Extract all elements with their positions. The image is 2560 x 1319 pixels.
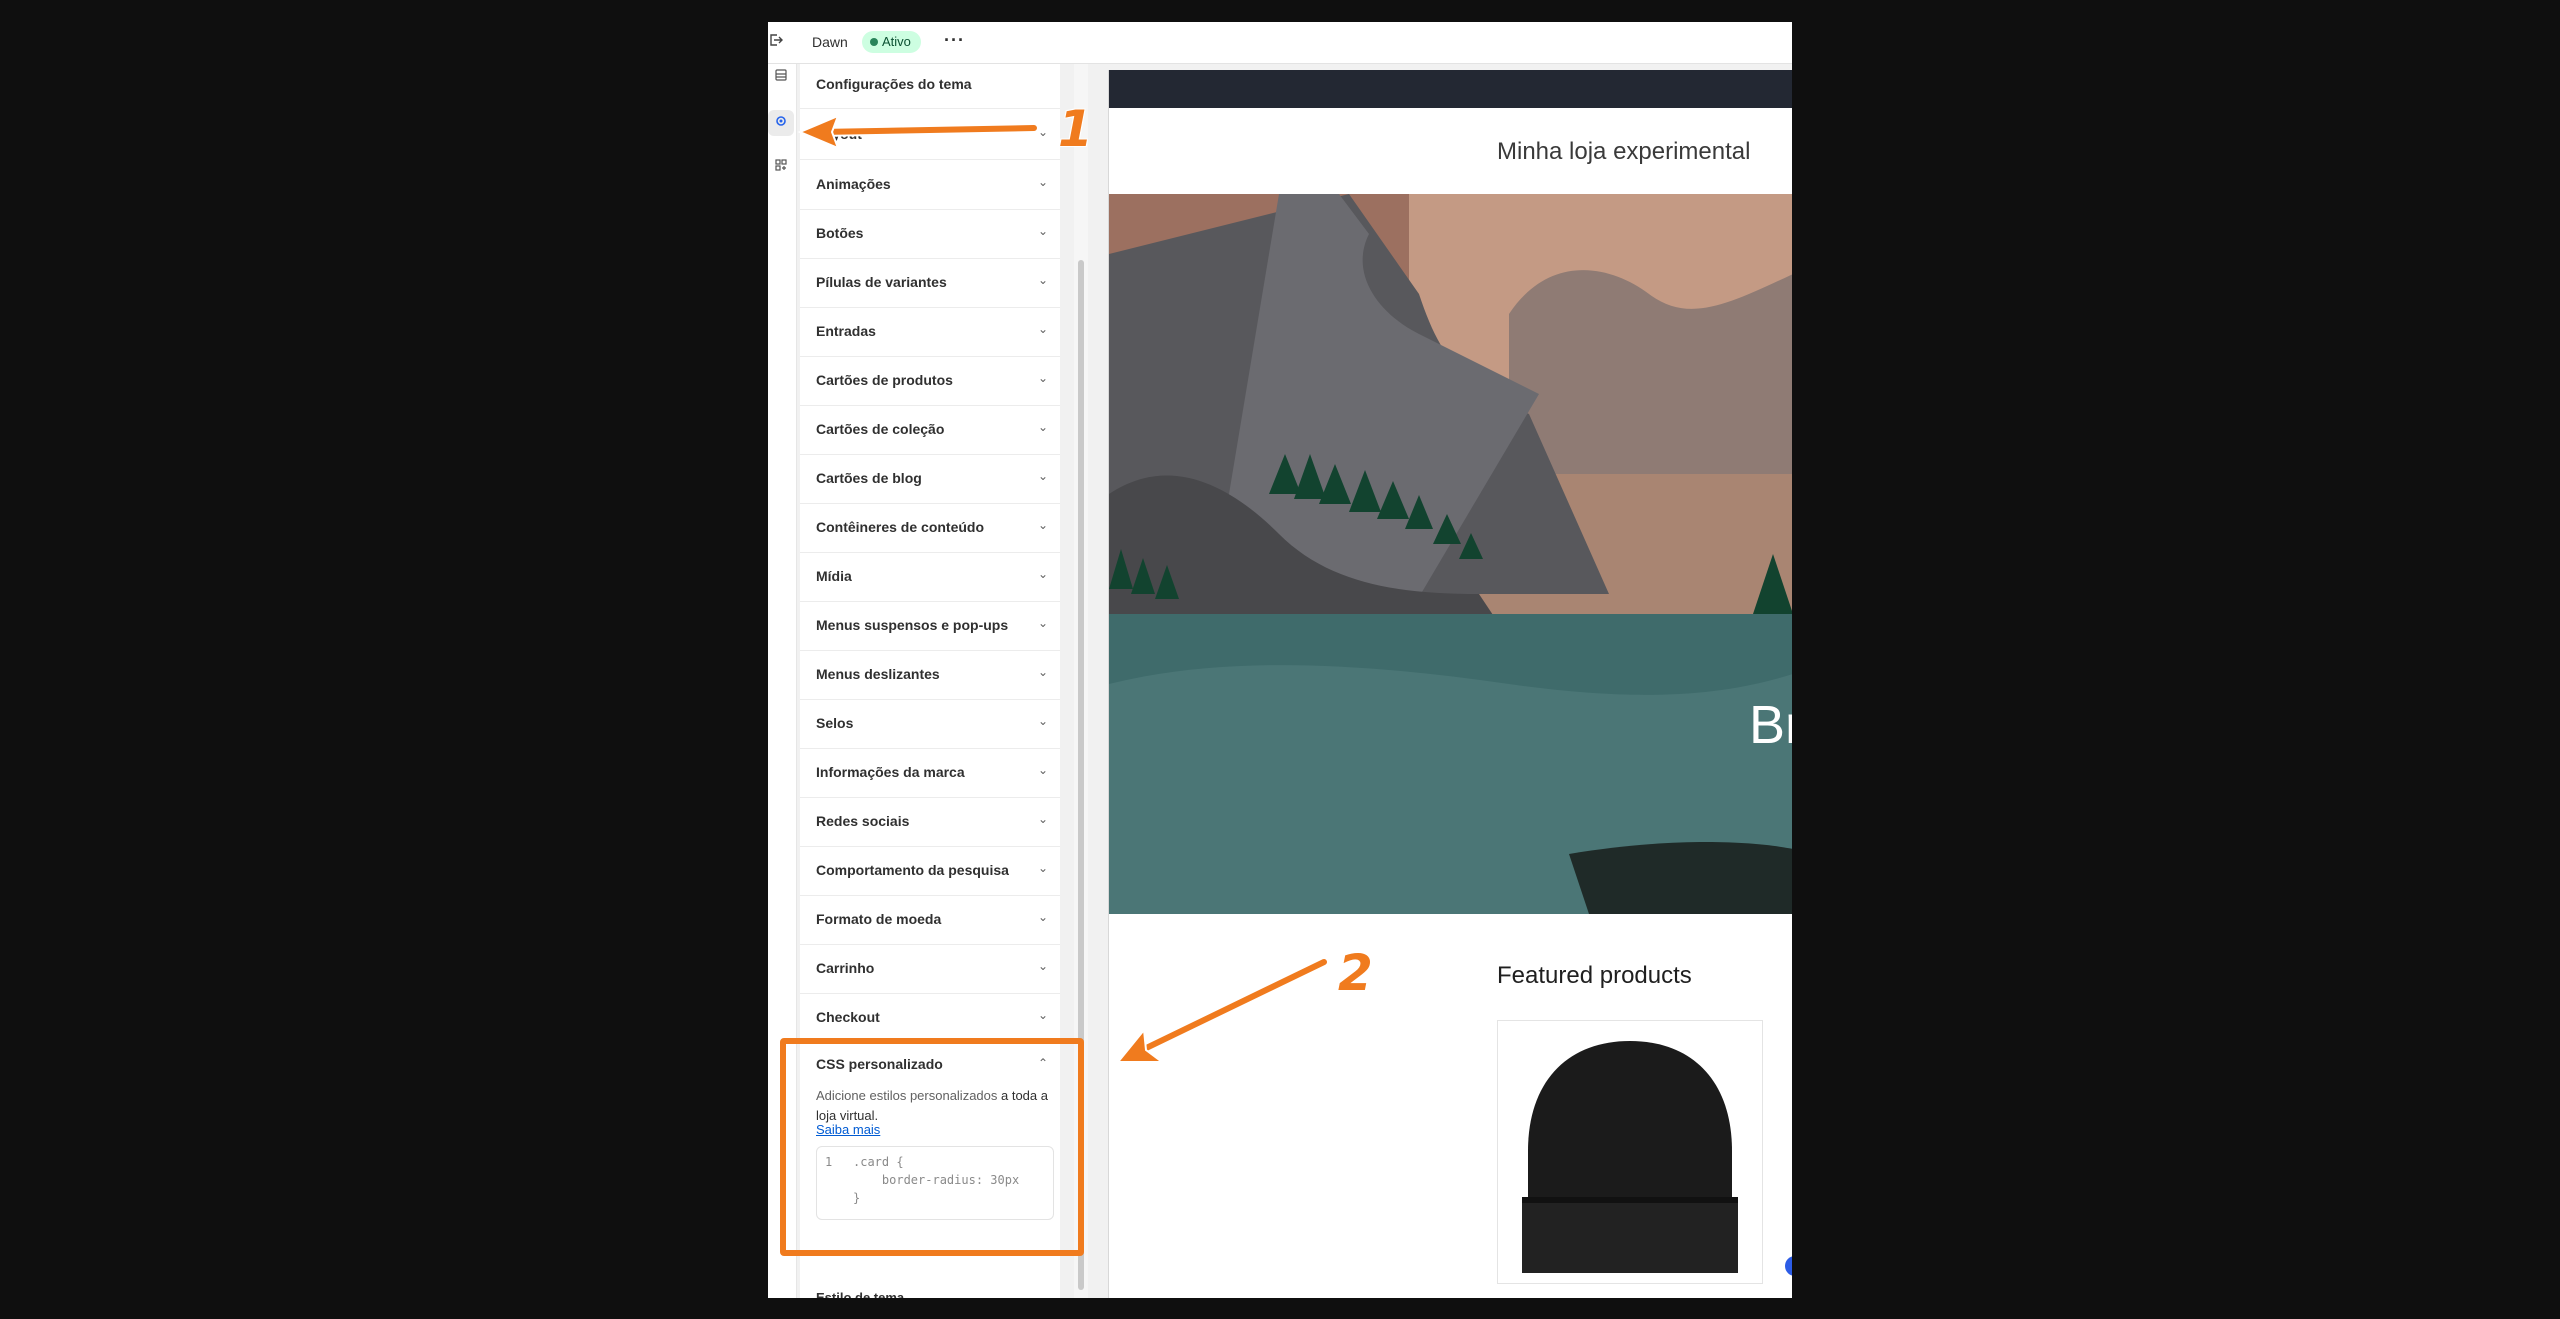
section-label: Mídia bbox=[816, 568, 852, 584]
settings-section-currency-format[interactable]: Formato de moeda ⌄ bbox=[800, 895, 1060, 945]
section-label: Cartões de coleção bbox=[816, 421, 945, 437]
editor-icon-rail bbox=[768, 64, 797, 1298]
section-label: Menus suspensos e pop-ups bbox=[816, 617, 1009, 633]
section-label: Redes sociais bbox=[816, 813, 910, 829]
css-code-editor[interactable]: 1 .card { border-radius: 30px } bbox=[816, 1146, 1054, 1220]
settings-section-brand-info[interactable]: Informações da marca ⌄ bbox=[800, 748, 1060, 798]
section-label[interactable]: CSS personalizado bbox=[816, 1056, 943, 1072]
chevron-down-icon: ⌄ bbox=[1037, 812, 1049, 826]
featured-products-title: Featured products bbox=[1497, 962, 1692, 989]
chevron-down-icon: ⌄ bbox=[1037, 518, 1049, 532]
chevron-down-icon: ⌄ bbox=[1037, 861, 1049, 875]
settings-section-drawers[interactable]: Menus deslizantes ⌄ bbox=[800, 650, 1060, 700]
chevron-down-icon: ⌄ bbox=[1037, 322, 1049, 336]
settings-section-cart[interactable]: Carrinho ⌄ bbox=[800, 944, 1060, 994]
settings-section-layout[interactable]: Layout ⌄ bbox=[800, 110, 1060, 160]
line-number: 1 bbox=[825, 1155, 833, 1169]
chevron-down-icon: ⌄ bbox=[1037, 1008, 1049, 1022]
section-label: Informações da marca bbox=[816, 764, 965, 780]
theme-editor-window: Dawn Ativo ··· Configurações do tema Lay… bbox=[768, 22, 1792, 1298]
landscape-illustration bbox=[1109, 194, 1792, 914]
status-badge: Ativo bbox=[862, 31, 921, 53]
section-label: Layout bbox=[816, 126, 862, 142]
status-dot bbox=[870, 38, 878, 46]
settings-section-media[interactable]: Mídia ⌄ bbox=[800, 552, 1060, 602]
store-preview: Minha loja experimental B Featured produ… bbox=[1108, 70, 1792, 1298]
theme-settings-icon[interactable] bbox=[768, 110, 794, 136]
store-name[interactable]: Minha loja experimental bbox=[1497, 138, 1750, 166]
more-actions-button[interactable]: ··· bbox=[944, 30, 965, 51]
section-label: Formato de moeda bbox=[816, 911, 942, 927]
settings-section-animations[interactable]: Animações ⌄ bbox=[800, 160, 1060, 210]
chevron-down-icon: ⌄ bbox=[1037, 616, 1049, 630]
code-line: .card { bbox=[853, 1155, 904, 1169]
section-label: Menus deslizantes bbox=[816, 666, 940, 682]
chevron-down-icon: ⌄ bbox=[1037, 420, 1049, 434]
settings-section-dropdowns-popups[interactable]: Menus suspensos e pop-ups ⌄ bbox=[800, 601, 1060, 651]
hero-image: Br bbox=[1109, 194, 1792, 914]
chevron-down-icon: ⌄ bbox=[1037, 714, 1049, 728]
status-badge-label: Ativo bbox=[882, 34, 911, 49]
theme-settings-panel: Configurações do tema Layout ⌄ Animações ⌄… bbox=[800, 64, 1060, 1298]
sections-icon[interactable] bbox=[768, 64, 794, 90]
editor-topbar: Dawn Ativo ··· bbox=[768, 22, 1792, 64]
section-label: Botões bbox=[816, 225, 864, 241]
panel-scrollbar[interactable] bbox=[1074, 64, 1088, 1298]
chevron-down-icon: ⌄ bbox=[1037, 273, 1049, 287]
store-header: Minha loja experimental bbox=[1109, 108, 1792, 195]
section-label: Comportamento da pesquisa bbox=[816, 862, 1009, 878]
scrollbar-thumb[interactable] bbox=[1078, 260, 1084, 1290]
section-label: Cartões de produtos bbox=[816, 372, 953, 388]
settings-section-inputs[interactable]: Entradas ⌄ bbox=[800, 307, 1060, 357]
settings-section-badges[interactable]: Selos ⌄ bbox=[800, 699, 1060, 749]
chevron-down-icon: ⌄ bbox=[1037, 763, 1049, 777]
chevron-down-icon: ⌄ bbox=[1037, 224, 1049, 238]
settings-section-collection-cards[interactable]: Cartões de coleção ⌄ bbox=[800, 405, 1060, 455]
section-label: Selos bbox=[816, 715, 854, 731]
settings-section-blog-cards[interactable]: Cartões de blog ⌄ bbox=[800, 454, 1060, 504]
section-label: Animações bbox=[816, 176, 891, 192]
chevron-down-icon: ⌄ bbox=[1037, 567, 1049, 581]
chevron-up-icon[interactable]: ⌃ bbox=[1036, 1056, 1050, 1070]
settings-section-product-cards[interactable]: Cartões de produtos ⌄ bbox=[800, 356, 1060, 406]
panel-title: Configurações do tema bbox=[816, 76, 972, 92]
section-label: Pílulas de variantes bbox=[816, 274, 947, 290]
section-label: Contêineres de conteúdo bbox=[816, 519, 985, 535]
chevron-down-icon: ⌄ bbox=[1037, 959, 1049, 973]
chevron-down-icon: ⌄ bbox=[1037, 371, 1049, 385]
chevron-down-icon: ⌄ bbox=[1037, 910, 1049, 924]
settings-section-buttons[interactable]: Botões ⌄ bbox=[800, 209, 1060, 259]
settings-section-content-containers[interactable]: Contêineres de conteúdo ⌄ bbox=[800, 503, 1060, 553]
section-label: Entradas bbox=[816, 323, 876, 339]
code-line: border-radius: 30px bbox=[853, 1173, 1020, 1187]
settings-section-social-media[interactable]: Redes sociais ⌄ bbox=[800, 797, 1060, 847]
theme-name: Dawn bbox=[812, 34, 848, 50]
chevron-down-icon: ⌄ bbox=[1037, 665, 1049, 679]
code-line: } bbox=[853, 1191, 861, 1205]
section-label: Cartões de blog bbox=[816, 470, 922, 486]
description-muted: Adicione estilos personalizados bbox=[816, 1088, 998, 1103]
chevron-down-icon: ⌄ bbox=[1037, 175, 1049, 189]
settings-section-checkout[interactable]: Checkout ⌄ bbox=[800, 993, 1060, 1043]
beanie-image bbox=[1522, 1041, 1738, 1273]
announcement-bar bbox=[1109, 70, 1792, 108]
next-section-partial[interactable]: Estilo de tema bbox=[816, 1290, 904, 1298]
section-label: Checkout bbox=[816, 1009, 880, 1025]
chevron-down-icon: ⌄ bbox=[1037, 469, 1049, 483]
chevron-down-icon: ⌄ bbox=[1037, 125, 1049, 139]
hero-heading: Br bbox=[1749, 695, 1792, 755]
chat-icon[interactable] bbox=[1785, 1256, 1792, 1276]
app-blocks-icon[interactable] bbox=[768, 154, 794, 180]
custom-css-description: Adicione estilos personalizados a toda a… bbox=[816, 1086, 1056, 1126]
product-card[interactable] bbox=[1497, 1020, 1763, 1284]
exit-icon[interactable] bbox=[768, 32, 786, 50]
learn-more-link[interactable]: Saiba mais bbox=[816, 1122, 880, 1137]
section-label: Carrinho bbox=[816, 960, 875, 976]
settings-section-custom-css: CSS personalizado ⌃ Adicione estilos per… bbox=[800, 1042, 1060, 1242]
settings-section-search-behavior[interactable]: Comportamento da pesquisa ⌄ bbox=[800, 846, 1060, 896]
settings-section-variant-pills[interactable]: Pílulas de variantes ⌄ bbox=[800, 258, 1060, 308]
divider bbox=[800, 108, 1060, 109]
